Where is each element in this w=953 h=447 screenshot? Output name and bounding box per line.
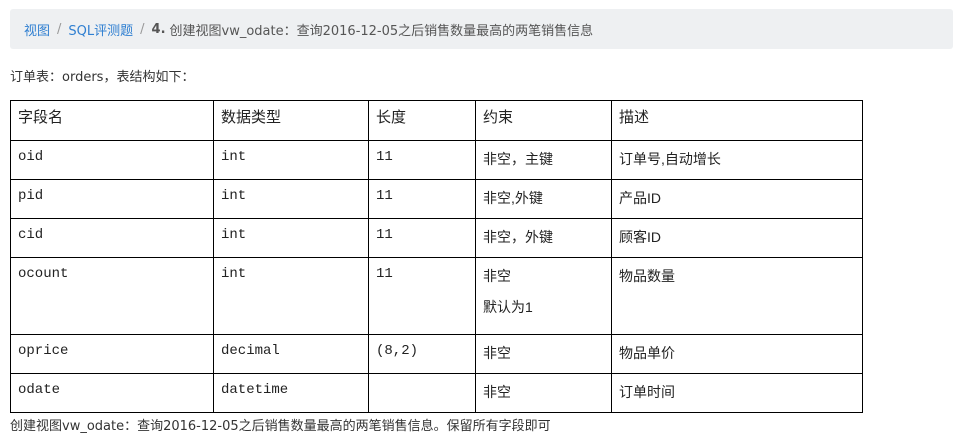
header-data-type: 数据类型 — [213, 100, 369, 141]
breadcrumb-link-sql-problems[interactable]: SQL评测题 — [68, 20, 133, 39]
cell-description: 订单时间 — [611, 373, 863, 413]
cell-field: oid — [10, 140, 214, 180]
cell-type: int — [213, 179, 369, 219]
table-row: cid int 11 非空，外键 顾客ID — [10, 218, 863, 258]
table-row: pid int 11 非空,外键 产品ID — [10, 179, 863, 219]
problem-title: 创建视图vw_odate：查询2016-12-05之后销售数量最高的两笔销售信息 — [169, 23, 594, 39]
cell-length: 11 — [368, 257, 476, 335]
header-length: 长度 — [368, 100, 476, 141]
cell-field: pid — [10, 179, 214, 219]
cell-description: 物品单价 — [611, 334, 863, 374]
cell-length — [368, 373, 476, 413]
constraint-default-line: 默认为1 — [483, 299, 533, 315]
cell-description: 订单号,自动增长 — [611, 140, 863, 180]
task-description: 创建视图vw_odate：查询2016-12-05之后销售数量最高的两笔销售信息… — [10, 419, 551, 434]
cell-type: datetime — [213, 373, 369, 413]
cell-length: 11 — [368, 140, 476, 180]
cell-constraint: 非空，主键 — [475, 140, 612, 180]
table-row: odate datetime 非空 订单时间 — [10, 373, 863, 413]
table-row: ocount int 11 非空 默认为1 物品数量 — [10, 257, 863, 335]
table-row: oprice decimal (8,2) 非空 物品单价 — [10, 334, 863, 374]
constraint-line: 非空 — [483, 268, 511, 284]
intro-text: 订单表：orders，表结构如下： — [10, 70, 195, 85]
cell-description: 物品数量 — [611, 257, 863, 335]
cell-length: 11 — [368, 179, 476, 219]
header-description: 描述 — [611, 100, 863, 141]
table-header-row: 字段名 数据类型 长度 约束 描述 — [10, 100, 863, 141]
cell-constraint: 非空 默认为1 — [475, 257, 612, 335]
cell-field: ocount — [10, 257, 214, 335]
breadcrumb-link-views[interactable]: 视图 — [24, 20, 50, 39]
cell-field: cid — [10, 218, 214, 258]
cell-type: int — [213, 140, 369, 180]
cell-length: (8,2) — [368, 334, 476, 374]
cell-constraint: 非空,外键 — [475, 179, 612, 219]
cell-field: odate — [10, 373, 214, 413]
cell-description: 顾客ID — [611, 218, 863, 258]
header-constraint: 约束 — [475, 100, 612, 141]
cell-constraint: 非空 — [475, 373, 612, 413]
breadcrumb-separator: / — [140, 21, 145, 37]
cell-length: 11 — [368, 218, 476, 258]
header-field-name: 字段名 — [10, 100, 214, 141]
cell-type: int — [213, 257, 369, 335]
cell-constraint: 非空，外键 — [475, 218, 612, 258]
cell-type: int — [213, 218, 369, 258]
breadcrumb-separator: / — [57, 21, 62, 37]
schema-table: 字段名 数据类型 长度 约束 描述 oid int 11 非空，主键 订单号,自… — [10, 100, 863, 413]
table-row: oid int 11 非空，主键 订单号,自动增长 — [10, 140, 863, 180]
cell-constraint: 非空 — [475, 334, 612, 374]
breadcrumb: 视图 / SQL评测题 / 4. 创建视图vw_odate：查询2016-12-… — [10, 9, 953, 49]
cell-field: oprice — [10, 334, 214, 374]
cell-type: decimal — [213, 334, 369, 374]
problem-number: 4. — [151, 21, 166, 37]
cell-description: 产品ID — [611, 179, 863, 219]
